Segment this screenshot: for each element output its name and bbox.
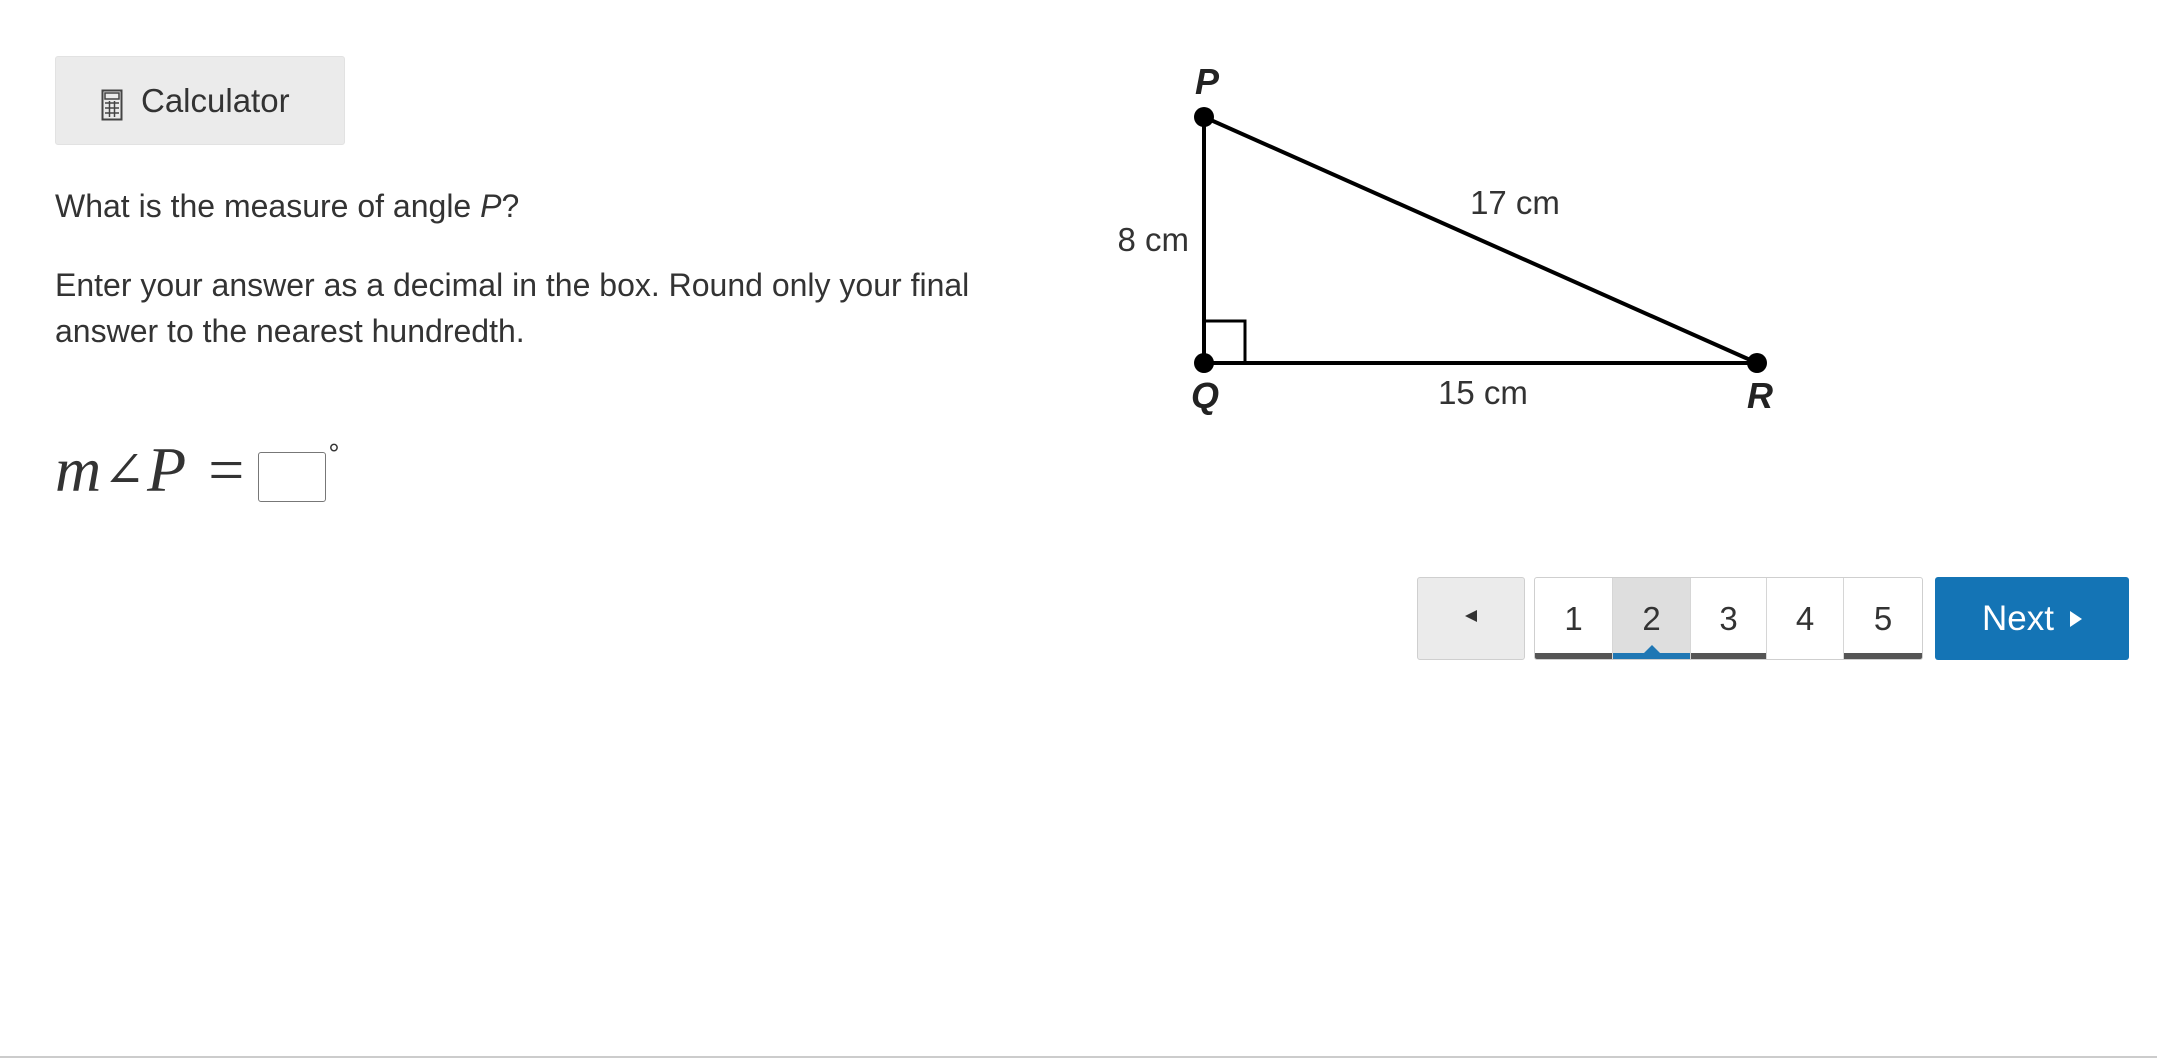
question-prompt: What is the measure of angle P? (55, 183, 519, 229)
vertex-p-label: P (1195, 61, 1220, 102)
angle-variable: P (147, 434, 187, 505)
page-1-button[interactable]: 1 (1535, 578, 1613, 659)
page-navigation: 1 2 3 4 5 (1534, 577, 1923, 660)
side-pq-label: 8 cm (1117, 221, 1189, 258)
vertex-q-label: Q (1191, 375, 1219, 416)
side-pr-line (1203, 115, 1758, 365)
measure-symbol: m (55, 434, 102, 505)
page-3-progress-bar (1691, 653, 1766, 659)
page-2-progress-bar (1613, 653, 1690, 659)
page-number: 2 (1642, 599, 1661, 637)
calculator-button[interactable]: Calculator (55, 56, 345, 145)
page-number: 3 (1719, 599, 1738, 637)
angle-symbol: ∠ (103, 441, 146, 499)
question-prompt-end: ? (501, 188, 520, 224)
calculator-label: Calculator (141, 81, 290, 119)
answer-equation: m ∠ P = ° (55, 430, 340, 510)
vertex-p-dot (1194, 107, 1214, 127)
side-qr-label: 15 cm (1438, 374, 1528, 411)
vertex-q-dot (1194, 353, 1214, 373)
triangle-left-icon (1463, 608, 1479, 629)
page-4-button[interactable]: 4 (1767, 578, 1844, 659)
page-2-button[interactable]: 2 (1613, 578, 1691, 659)
vertex-r-label: R (1747, 375, 1773, 416)
triangle-figure: P Q R 8 cm 17 cm 15 cm (1090, 50, 1790, 430)
page-number: 4 (1795, 599, 1815, 637)
page-3-button[interactable]: 3 (1691, 578, 1767, 659)
equals-sign: = (208, 434, 245, 505)
question-prompt-variable: P (480, 188, 502, 224)
page-1-progress-bar (1535, 653, 1612, 659)
next-button-label: Next (1982, 598, 2054, 638)
bottom-divider (0, 1056, 2157, 1058)
page-number: 1 (1564, 599, 1583, 637)
degree-symbol: ° (328, 438, 340, 469)
vertex-r-dot (1747, 353, 1767, 373)
answer-input[interactable] (258, 452, 327, 502)
next-button[interactable]: Next (1935, 577, 2129, 660)
triangle-right-icon (2069, 610, 2082, 627)
page-number: 5 (1873, 599, 1893, 637)
page-5-button[interactable]: 5 (1844, 578, 1922, 659)
current-page-indicator (1643, 645, 1660, 653)
page-5-progress-bar (1844, 653, 1922, 659)
question-prompt-text: What is the measure of angle (55, 188, 481, 224)
question-instructions: Enter your answer as a decimal in the bo… (55, 267, 970, 349)
calculator-icon (101, 89, 123, 121)
previous-button[interactable] (1417, 577, 1525, 660)
side-pr-label: 17 cm (1470, 184, 1560, 221)
